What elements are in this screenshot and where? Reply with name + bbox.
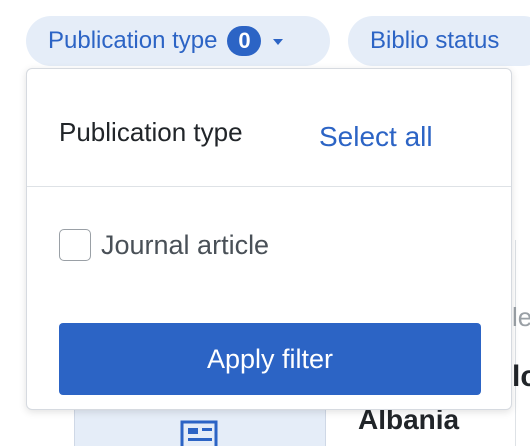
select-all-link[interactable]: Select all [319,121,433,153]
filter-count-badge: 0 [227,26,262,56]
apply-filter-button[interactable]: Apply filter [59,323,481,395]
truncated-heading-fragment: lc [512,360,530,393]
biblio-status-filter-label: Biblio status [370,27,500,54]
option-label: Journal article [101,229,270,260]
chevron-down-icon [273,39,284,45]
publication-type-filter-label: Publication type [48,27,218,54]
document-icon [180,420,218,446]
dropdown-header: Publication type Select all [27,69,511,187]
journal-article-checkbox[interactable] [59,229,91,261]
publication-type-dropdown: Publication type Select all Journal arti… [26,68,512,410]
publication-type-filter-button[interactable]: Publication type 0 [26,16,330,66]
dropdown-title: Publication type [59,117,243,147]
biblio-status-filter-button[interactable]: Biblio status [348,16,530,66]
option-journal-article[interactable]: Journal article [59,229,269,261]
content-divider [515,240,516,446]
truncated-text-fragment: le [512,302,530,332]
